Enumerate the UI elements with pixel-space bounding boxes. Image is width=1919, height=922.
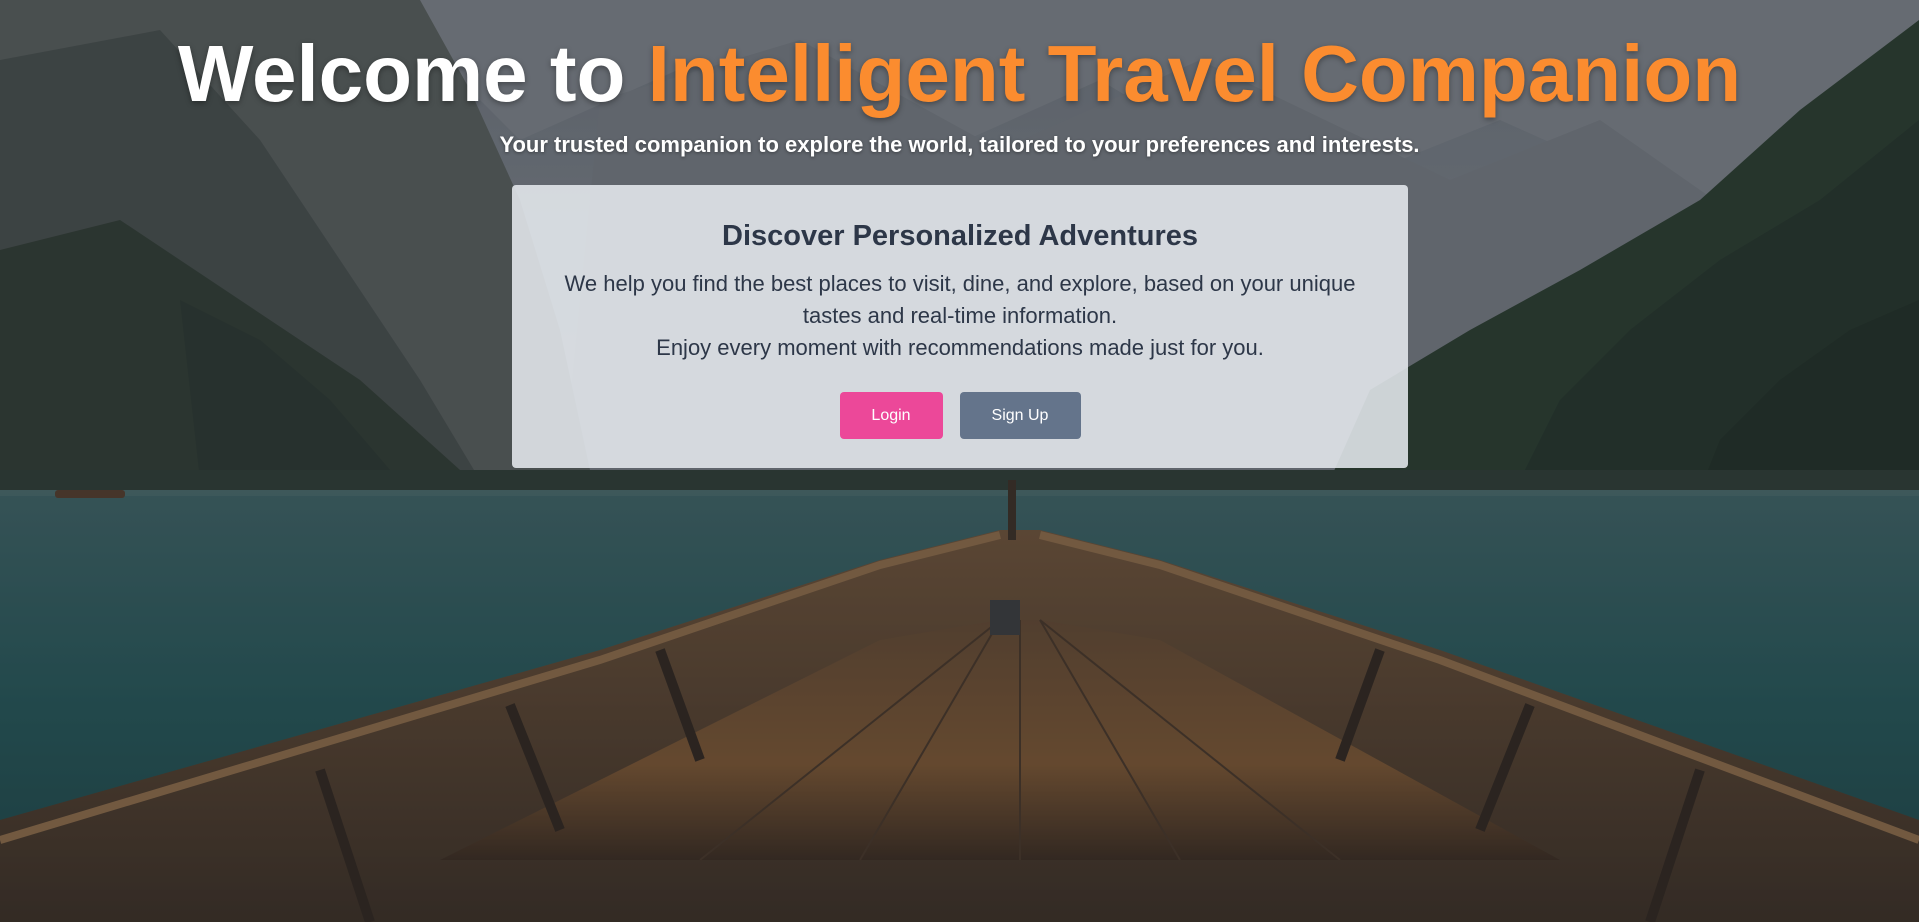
intro-card: Discover Personalized Adventures We help… bbox=[512, 185, 1408, 468]
card-description-line-1: We help you find the best places to visi… bbox=[564, 271, 1356, 328]
title-accent: Intelligent Travel Companion bbox=[647, 29, 1742, 118]
card-description: We help you find the best places to visi… bbox=[560, 268, 1360, 364]
auth-buttons: Login Sign Up bbox=[512, 392, 1408, 439]
page-title: Welcome to Intelligent Travel Companion bbox=[0, 0, 1919, 120]
title-prefix: Welcome to bbox=[177, 29, 648, 118]
landing-page: Welcome to Intelligent Travel Companion … bbox=[0, 0, 1919, 922]
hero-section: Welcome to Intelligent Travel Companion … bbox=[0, 0, 1919, 158]
card-title: Discover Personalized Adventures bbox=[722, 220, 1198, 252]
login-button[interactable]: Login bbox=[839, 392, 943, 439]
hero-subtitle: Your trusted companion to explore the wo… bbox=[499, 132, 1420, 157]
card-description-line-2: Enjoy every moment with recommendations … bbox=[656, 335, 1264, 360]
signup-button[interactable]: Sign Up bbox=[959, 392, 1081, 439]
